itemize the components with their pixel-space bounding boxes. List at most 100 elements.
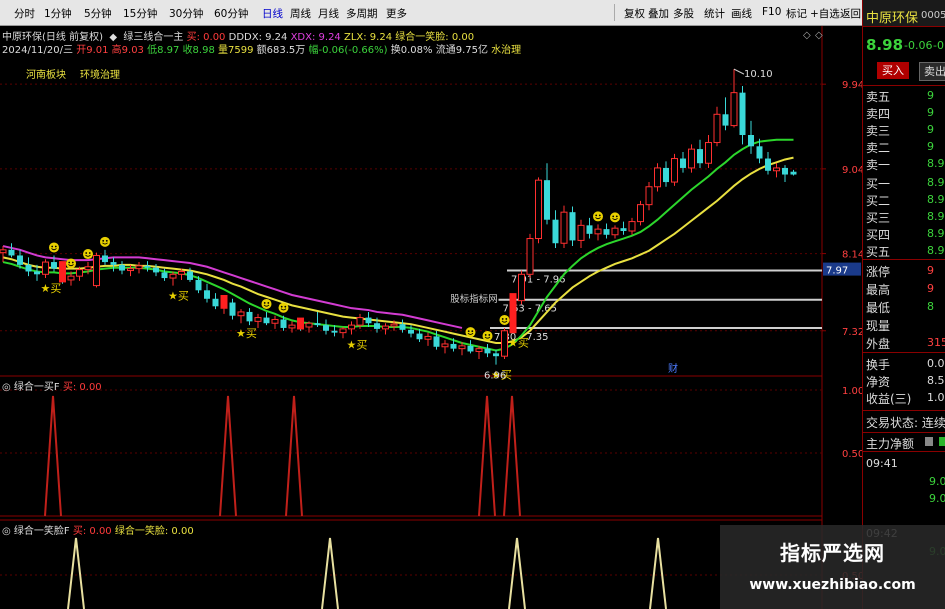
smile-eye [598, 214, 601, 217]
smile-icon [66, 258, 76, 269]
candle-body [271, 318, 279, 324]
smile-icon [593, 211, 603, 222]
high-label: 10.10 [744, 69, 773, 80]
stat2-row-label: 收益(三) [866, 392, 912, 406]
candle-body [620, 228, 627, 231]
candle-body [560, 211, 568, 244]
book-row-label: 买一 [866, 177, 891, 191]
book-row-label: 买二 [866, 194, 891, 208]
flow-toggle-icon[interactable] [925, 437, 933, 446]
candle-body [356, 317, 364, 326]
smile-icon [499, 314, 510, 325]
candle-body [577, 224, 585, 241]
candle-body [34, 271, 40, 275]
kline-chart[interactable]: ◇ ◇9.949.048.147.327.977.91 - 7.967.63 - … [0, 0, 862, 609]
candle-body [467, 345, 474, 352]
book-row-label: 买五 [866, 245, 891, 259]
smile-eye [263, 302, 266, 304]
candle-body [254, 317, 262, 322]
tick-value: 9.0 [929, 475, 945, 488]
smile-eye [51, 245, 54, 248]
smile-icon [482, 330, 493, 341]
candle-body [594, 228, 602, 235]
buy-signal-star: ★买 [41, 282, 62, 295]
candle-body [348, 324, 355, 330]
signal-candle [297, 317, 304, 330]
tick-value: 9.0 [929, 492, 945, 505]
candle-body [25, 264, 32, 272]
candle-body [169, 273, 177, 279]
smile-eye [68, 261, 71, 264]
bar-low: 低8.97 [147, 45, 180, 56]
bar-date: 2024/11/20/三 [2, 45, 74, 56]
candle-body [8, 249, 15, 256]
candle-body [748, 135, 754, 147]
candle-body [773, 167, 780, 172]
smile-eye [102, 239, 105, 242]
p2-tick-label: 1.00 [842, 386, 862, 397]
stat-row-value: 9 [927, 282, 934, 295]
smile-spike [508, 537, 526, 609]
candle-body [416, 333, 423, 340]
buy-signal-star: ★买 [236, 327, 257, 340]
book-row-label: 卖二 [866, 141, 891, 155]
candle-body [433, 336, 440, 347]
smile-eye [467, 330, 470, 333]
flow-bar-icon [939, 437, 945, 446]
quote-change: -0.06 [904, 39, 933, 52]
book-row-label: 买四 [866, 228, 891, 242]
center-watermark-text: 股标指标网 [450, 293, 498, 305]
stat-row-label: 涨停 [866, 265, 891, 279]
smile-eye [85, 252, 88, 254]
smile-eye [501, 318, 504, 320]
smile-eye [484, 334, 487, 336]
candle-body [603, 229, 610, 235]
buy-button[interactable]: 买入 [877, 62, 909, 79]
book-row-value: 9 [927, 140, 934, 153]
candle-body [654, 167, 661, 188]
low-label: 6.96 [484, 371, 506, 382]
candle-body [552, 219, 559, 244]
stat2-row-value: 0.08 [927, 357, 945, 370]
smile-icon [83, 249, 93, 260]
candle-body [195, 279, 202, 291]
book-row-value: 9 [927, 106, 934, 119]
panel3-name: 绿合一笑脸F [13, 526, 70, 537]
quote-stock-name: 中原环保 [866, 11, 919, 26]
candle-body [17, 255, 23, 265]
buy-spike [219, 395, 237, 517]
stat-row-label: 现量 [866, 319, 891, 333]
stat-row-label: 外盘 [866, 337, 891, 351]
smile-spike [649, 537, 667, 609]
stat2-row-label: 换手 [866, 358, 891, 372]
smile-icon [465, 327, 476, 338]
book-row-value: 8.9 [927, 193, 945, 206]
candle-body [518, 273, 525, 302]
book-row-value: 8.9 [927, 157, 945, 170]
candle-body [187, 271, 193, 280]
bar-open: 开9.01 [76, 45, 109, 56]
candle-body [535, 179, 542, 240]
buy-signal-star: ★买 [508, 337, 529, 350]
bar-amount: 额683.5万 [256, 45, 306, 56]
candle-body [739, 92, 746, 135]
smile-icon [610, 212, 620, 223]
main-flow-label: 主力净额 [866, 437, 915, 451]
candle-body [450, 343, 457, 349]
candle-body [399, 324, 406, 330]
stat-row-label: 最高 [866, 283, 891, 297]
panel3-buy: 买: 0.00 [72, 526, 112, 537]
book-row-value: 8.9 [927, 176, 945, 189]
sell-button[interactable]: 卖出 [919, 62, 945, 81]
book-row-value: 8.9 [927, 227, 945, 240]
candle-group [0, 69, 797, 365]
buy-spike [503, 395, 521, 517]
tag-henan[interactable]: 河南板块 [26, 66, 66, 81]
candle-body [484, 348, 491, 354]
tag-environment[interactable]: 环境治理 [80, 66, 120, 81]
candle-body [680, 158, 686, 168]
candle-body [390, 323, 398, 327]
price-tick-label: 7.32 [842, 327, 862, 338]
buy-spike [44, 395, 62, 517]
candle-body [697, 149, 703, 164]
